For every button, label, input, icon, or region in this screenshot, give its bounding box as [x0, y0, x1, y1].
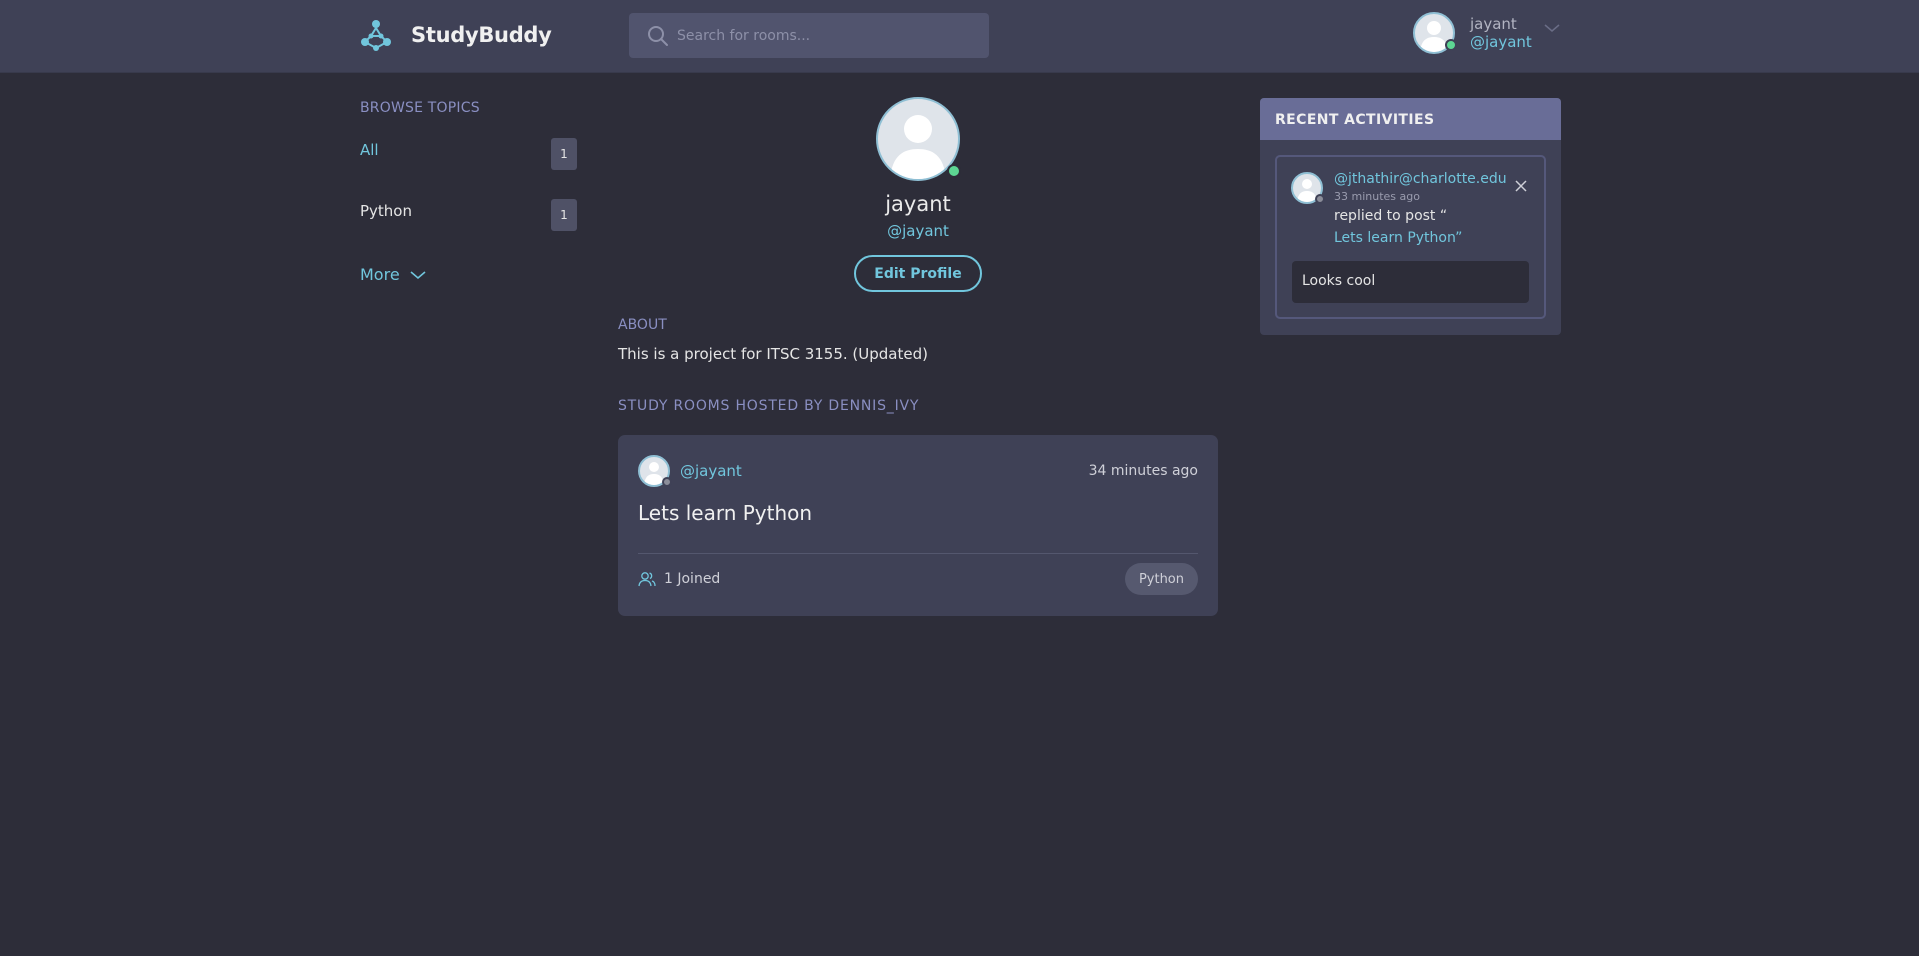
offline-status-dot — [1315, 194, 1325, 204]
profile-name: jayant — [885, 192, 951, 216]
activity-action-text: replied to post “ — [1334, 208, 1448, 224]
user-name: jayant — [1470, 15, 1517, 33]
activity-reply-text: Looks cool — [1292, 261, 1529, 303]
chevron-down-icon — [410, 270, 426, 280]
topic-label[interactable]: Python — [360, 202, 412, 220]
room-card: @jayant 34 minutes ago Lets learn Python… — [618, 435, 1218, 616]
offline-status-dot — [662, 477, 672, 487]
user-menu[interactable]: jayant @jayant — [1413, 12, 1563, 56]
search-icon — [647, 25, 669, 47]
room-participants[interactable]: 1 Joined — [638, 571, 720, 587]
activity-timestamp: 33 minutes ago — [1334, 190, 1420, 203]
topic-count-badge: 1 — [551, 199, 577, 231]
activity-user-link[interactable]: @jthathir@charlotte.edu — [1334, 171, 1507, 187]
online-status-dot — [1445, 39, 1457, 51]
search-bar[interactable] — [629, 13, 989, 58]
activity-post-link[interactable]: Lets learn Python” — [1334, 230, 1462, 246]
about-text: This is a project for ITSC 3155. (Update… — [618, 345, 928, 363]
recent-activities-heading: Recent Activities — [1260, 98, 1561, 140]
profile-handle: @jayant — [887, 222, 949, 240]
edit-profile-button[interactable]: Edit Profile — [854, 255, 982, 292]
top-navbar: StudyBuddy jayant @jayant — [0, 0, 1919, 73]
room-topic-tag[interactable]: Python — [1124, 563, 1198, 595]
activity-item: @jthathir@charlotte.edu 33 minutes ago r… — [1275, 155, 1546, 319]
user-handle: @jayant — [1470, 33, 1532, 51]
topic-label[interactable]: All — [360, 141, 379, 159]
room-title-link[interactable]: Lets learn Python — [638, 501, 812, 525]
about-heading: About — [618, 317, 667, 333]
room-host-link[interactable]: @jayant — [680, 462, 742, 480]
room-timestamp: 34 minutes ago — [1088, 463, 1198, 479]
more-topics-link[interactable]: More — [360, 265, 426, 284]
people-icon — [638, 571, 656, 587]
joined-count: 1 Joined — [664, 571, 721, 587]
more-label: More — [360, 265, 400, 284]
profile-avatar-wrapper — [876, 97, 961, 181]
chevron-down-icon[interactable] — [1543, 22, 1561, 34]
search-input[interactable] — [677, 13, 977, 58]
recent-activities-panel: Recent Activities @jthathir@charlotte.ed… — [1260, 98, 1561, 335]
brand-name[interactable]: StudyBuddy — [411, 23, 552, 47]
topics-sidebar: Browse Topics All 1 Python 1 — [360, 97, 577, 231]
divider — [638, 553, 1198, 554]
close-icon[interactable] — [1514, 179, 1528, 193]
topic-item-all[interactable]: All 1 — [360, 97, 577, 170]
studybuddy-logo-icon[interactable] — [358, 18, 394, 54]
online-status-dot — [947, 164, 961, 178]
hosted-rooms-heading: Study Rooms Hosted by dennis_ivy — [618, 398, 920, 414]
topic-item-python[interactable]: Python 1 — [360, 158, 577, 231]
